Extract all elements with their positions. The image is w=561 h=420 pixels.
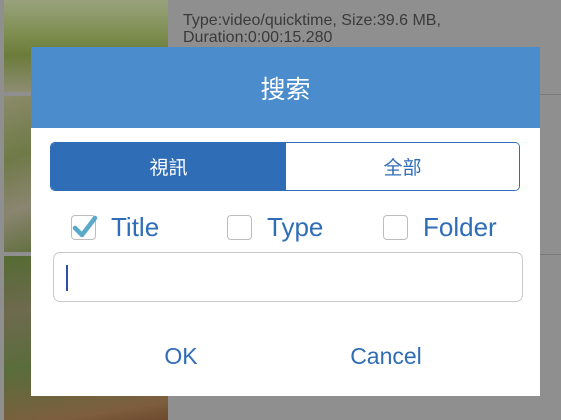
search-input-container[interactable] xyxy=(53,252,523,303)
filter-title-label: Title xyxy=(111,211,160,242)
search-dialog: 搜索 視訊 全部 Title Type Folder OK Cancel xyxy=(31,47,540,396)
cancel-button[interactable]: Cancel xyxy=(331,337,441,375)
filter-type-option[interactable]: Type xyxy=(227,207,323,247)
checkmark-icon xyxy=(72,215,98,237)
segment-video[interactable]: 視訊 xyxy=(51,143,286,190)
filter-folder-option[interactable]: Folder xyxy=(383,207,497,247)
filter-type-label: Type xyxy=(267,211,324,242)
title-checkbox[interactable] xyxy=(71,214,98,240)
search-input[interactable] xyxy=(70,253,514,303)
segment-all[interactable]: 全部 xyxy=(286,143,519,190)
text-cursor xyxy=(66,265,68,291)
ok-button[interactable]: OK xyxy=(141,337,221,375)
filter-title-option[interactable]: Title xyxy=(71,207,159,247)
filter-folder-label: Folder xyxy=(423,211,497,242)
type-checkbox[interactable] xyxy=(227,214,252,240)
video-info-text: Type:video/quicktime, Size:39.6 MB, Dura… xyxy=(183,12,441,46)
dialog-title: 搜索 xyxy=(31,47,540,128)
scope-segmented-control: 視訊 全部 xyxy=(50,142,520,191)
search-filter-options: Title Type Folder xyxy=(31,207,540,247)
folder-checkbox[interactable] xyxy=(383,214,408,240)
